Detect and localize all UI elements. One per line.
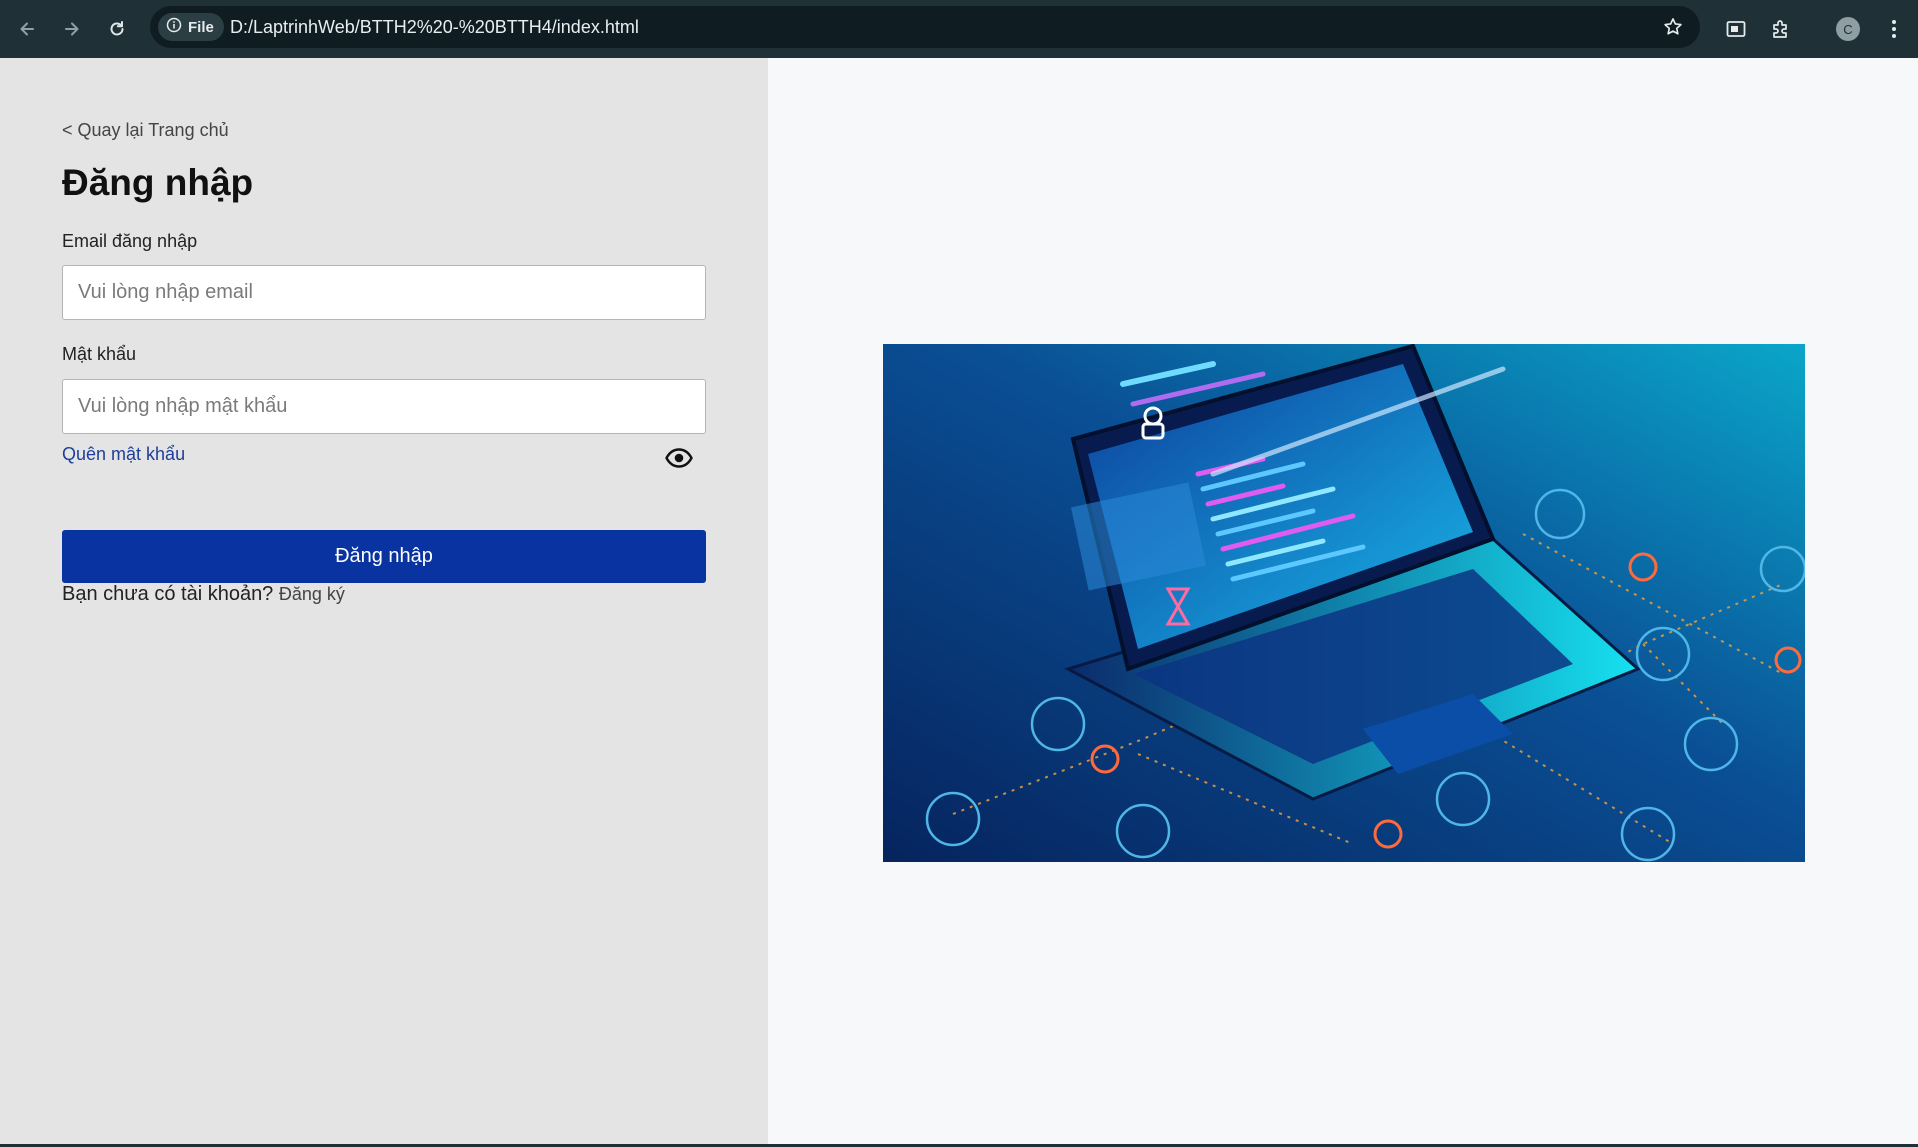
extensions-puzzle-icon[interactable]: [1764, 12, 1798, 46]
address-bar[interactable]: File D:/LaptrinhWeb/BTTH2%20-%20BTTH4/in…: [150, 6, 1700, 48]
password-input[interactable]: [62, 379, 706, 434]
password-label: Mật khẩu: [62, 344, 137, 364]
profile-initial: C: [1836, 17, 1860, 41]
signup-prompt: Bạn chưa có tài khoản? Đăng ký: [62, 583, 345, 606]
email-label: Email đăng nhập: [62, 231, 198, 251]
url-text[interactable]: D:/LaptrinhWeb/BTTH2%20-%20BTTH4/index.h…: [230, 6, 639, 48]
login-button[interactable]: Đăng nhập: [62, 530, 706, 583]
info-icon: [166, 17, 182, 37]
page-title: Đăng nhập: [62, 162, 254, 203]
bookmark-star-icon[interactable]: [1660, 14, 1686, 40]
forgot-password-link[interactable]: Quên mật khẩu: [62, 444, 185, 465]
signup-link[interactable]: Đăng ký: [279, 584, 345, 604]
site-info-chip[interactable]: File: [158, 13, 224, 41]
illustration-panel: [768, 58, 1918, 1147]
more-menu-icon[interactable]: [1877, 12, 1911, 46]
forward-arrow-icon[interactable]: [55, 12, 89, 46]
laptop-code-illustration: [883, 344, 1805, 862]
back-arrow-icon[interactable]: [10, 12, 44, 46]
back-to-home-link[interactable]: < Quay lại Trang chủ: [62, 120, 229, 141]
browser-toolbar: File D:/LaptrinhWeb/BTTH2%20-%20BTTH4/in…: [0, 0, 1918, 58]
show-password-eye-icon[interactable]: [663, 442, 695, 474]
site-chip-label: File: [188, 18, 214, 36]
login-panel: < Quay lại Trang chủ Đăng nhập Email đăn…: [0, 58, 768, 1147]
reading-mode-icon[interactable]: [1719, 12, 1753, 46]
no-account-text: Bạn chưa có tài khoản?: [62, 583, 274, 605]
email-input[interactable]: [62, 265, 706, 320]
reload-icon[interactable]: [100, 12, 134, 46]
profile-avatar[interactable]: C: [1831, 12, 1865, 46]
